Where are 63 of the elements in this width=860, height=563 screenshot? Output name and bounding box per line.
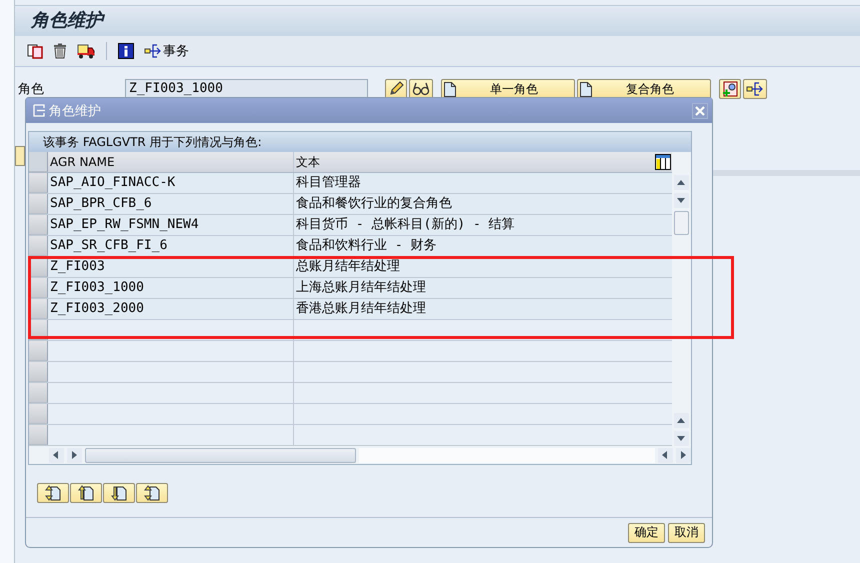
row-selector[interactable] bbox=[29, 425, 48, 445]
table-title: 该事务 FAGLGVTR 用于下列情况与角色: bbox=[29, 132, 691, 152]
table-cell-text: 香港总账月结年结处理 bbox=[295, 300, 427, 318]
dialog-button[interactable]: 取消 bbox=[668, 522, 705, 542]
table-cell: SAP_EP_RW_FSMN_NEW4 bbox=[48, 215, 294, 235]
row-selector[interactable] bbox=[29, 194, 48, 214]
table-cell-text: 科目货币 - 总帐科目(新的) - 结算 bbox=[295, 216, 516, 234]
role-button[interactable]: 单一角色 bbox=[441, 79, 575, 99]
trash-icon bbox=[53, 43, 67, 59]
arrow-icon bbox=[746, 81, 764, 97]
column-header[interactable]: 文本 bbox=[294, 152, 655, 172]
row-selector[interactable] bbox=[29, 173, 48, 193]
column-header[interactable]: AGR NAME bbox=[48, 152, 294, 172]
row-selector[interactable] bbox=[29, 404, 48, 424]
table-cell-text: 食品和餐饮行业的复合角色 bbox=[295, 195, 453, 213]
info-icon bbox=[118, 43, 134, 59]
truck-icon bbox=[77, 43, 95, 59]
tool-button[interactable] bbox=[103, 483, 135, 503]
copy-icon bbox=[27, 43, 43, 59]
table-cell: SAP_BPR_CFB_6 bbox=[48, 194, 294, 214]
role-field[interactable]: Z_FI003_1000 bbox=[125, 79, 368, 99]
arrow-icon bbox=[144, 43, 162, 59]
table-cell-text: 食品和饮料行业 - 财务 bbox=[295, 237, 438, 255]
table-cell: SAP_SR_CFB_FI_6 bbox=[48, 236, 294, 256]
create-icon bbox=[722, 81, 738, 97]
row-selector[interactable] bbox=[29, 341, 48, 361]
role-button[interactable]: 复合角色 bbox=[577, 79, 711, 99]
up-arrow-document-icon bbox=[78, 485, 94, 501]
toolbar-button[interactable]: 事务 bbox=[142, 40, 191, 62]
icon-button[interactable] bbox=[719, 79, 741, 99]
toolbar-button[interactable] bbox=[51, 41, 69, 61]
toolbar-button[interactable] bbox=[116, 41, 136, 61]
horizontal-scrollbar[interactable] bbox=[29, 446, 691, 464]
icon-button[interactable] bbox=[385, 79, 407, 99]
window-title: 角色维护 bbox=[15, 5, 860, 36]
tool-button[interactable] bbox=[136, 483, 168, 503]
table-cell: Z_FI003_2000 bbox=[48, 299, 294, 319]
pencil-icon bbox=[388, 81, 404, 97]
glasses-icon bbox=[412, 81, 430, 97]
row-selector[interactable] bbox=[29, 383, 48, 403]
row-selector[interactable] bbox=[29, 236, 48, 256]
tool-button[interactable] bbox=[70, 483, 102, 503]
table-cell-text: 科目管理器 bbox=[295, 174, 362, 192]
icon-button[interactable] bbox=[409, 79, 433, 99]
vertical-scrollbar[interactable] bbox=[672, 152, 691, 446]
close-button[interactable] bbox=[692, 102, 708, 118]
column-layout-icon[interactable] bbox=[655, 154, 671, 170]
icon-button[interactable] bbox=[743, 79, 767, 99]
table-corner bbox=[29, 152, 48, 172]
table-cell: Z_FI003_1000 bbox=[48, 278, 294, 298]
down-arrow-document-icon bbox=[111, 485, 127, 501]
dialog-button[interactable]: 确定 bbox=[628, 522, 665, 542]
row-selector[interactable] bbox=[29, 215, 48, 235]
row-selector[interactable] bbox=[29, 362, 48, 382]
table-cell: SAP_AIO_FINACC-K bbox=[48, 173, 294, 193]
arrows-document-icon bbox=[144, 485, 160, 501]
table-cell-text: 总账月结年结处理 bbox=[295, 258, 401, 276]
arrows-document-icon bbox=[45, 485, 61, 501]
table-cell-text: 上海总账月结年结处理 bbox=[295, 279, 427, 297]
window-icon bbox=[32, 104, 46, 117]
field-label: 角色 bbox=[17, 81, 45, 98]
dialog-title: 角色维护 bbox=[32, 102, 101, 120]
tool-button[interactable] bbox=[37, 483, 69, 503]
